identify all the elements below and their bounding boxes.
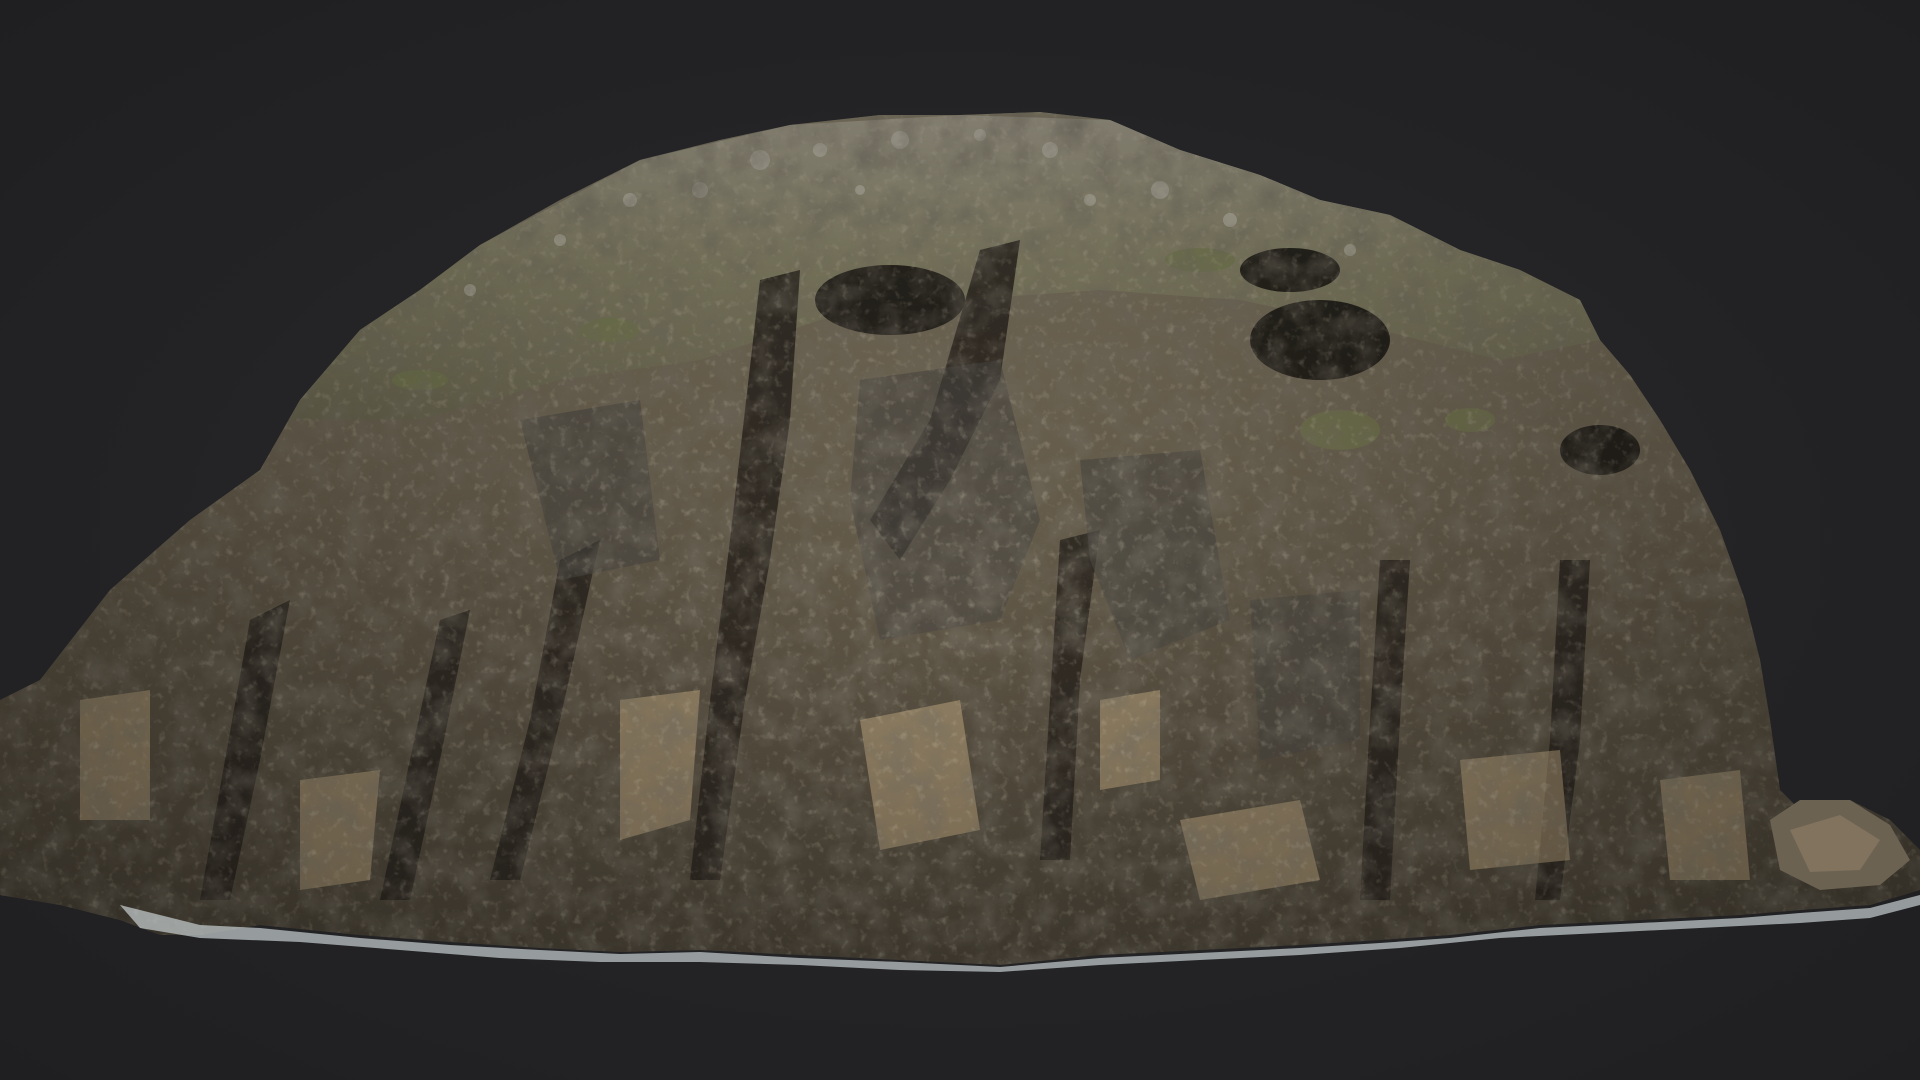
3d-viewport[interactable] bbox=[0, 0, 1920, 1080]
rock-scene bbox=[0, 112, 1920, 972]
rock-mass bbox=[0, 112, 1920, 965]
